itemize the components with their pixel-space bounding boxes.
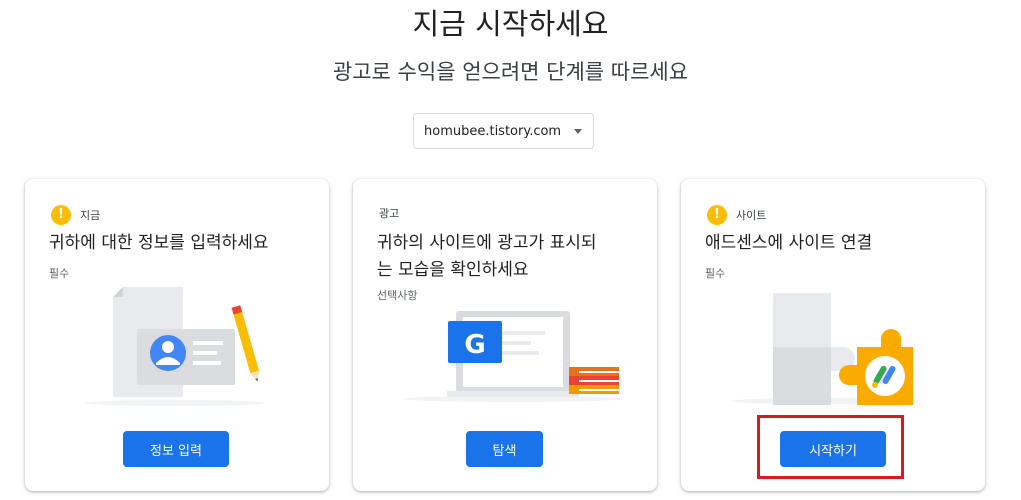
- card-requirement: 필수: [49, 267, 70, 280]
- ad-preview-illustration: G: [403, 311, 623, 402]
- card-requirement: 필수: [705, 267, 726, 280]
- highlight-box: [757, 415, 904, 479]
- warning-icon: !: [707, 205, 727, 225]
- site-dropdown-value: homubee.tistory.com: [424, 123, 562, 139]
- card-status-label: 지금: [80, 209, 101, 222]
- site-dropdown[interactable]: homubee.tistory.com: [413, 113, 594, 149]
- explore-button[interactable]: 탐색: [466, 431, 543, 467]
- caret-down-icon: [574, 128, 582, 134]
- g-letter: G: [464, 330, 485, 360]
- profile-card-illustration: [85, 287, 265, 406]
- card-status: ! 사이트: [707, 205, 766, 225]
- card-heading-line2: 는 모습을 확인하세요: [377, 260, 529, 280]
- puzzle-illustration: [731, 293, 913, 405]
- warning-icon: !: [51, 205, 71, 225]
- card-heading: 귀하의 사이트에 광고가 표시되: [377, 233, 597, 253]
- card-status: 광고: [379, 205, 399, 221]
- page-subtitle: 광고로 수익을 얻으려면 단계를 따르세요: [332, 60, 689, 84]
- page-title: 지금 시작하세요: [412, 7, 609, 41]
- card-heading: 귀하에 대한 정보를 입력하세요: [49, 233, 269, 253]
- card-status-label: 광고: [379, 207, 400, 220]
- card-heading: 애드센스에 사이트 연결: [705, 233, 873, 253]
- enter-info-button[interactable]: 정보 입력: [123, 431, 229, 467]
- card-status: ! 지금: [51, 205, 100, 225]
- card-ads: 광고 귀하의 사이트에 광고가 표시되 는 모습을 확인하세요 선택사항 G 탐…: [353, 179, 657, 491]
- card-status-label: 사이트: [736, 209, 767, 222]
- card-info: ! 지금 귀하에 대한 정보를 입력하세요 필수 정보 입력: [25, 179, 329, 491]
